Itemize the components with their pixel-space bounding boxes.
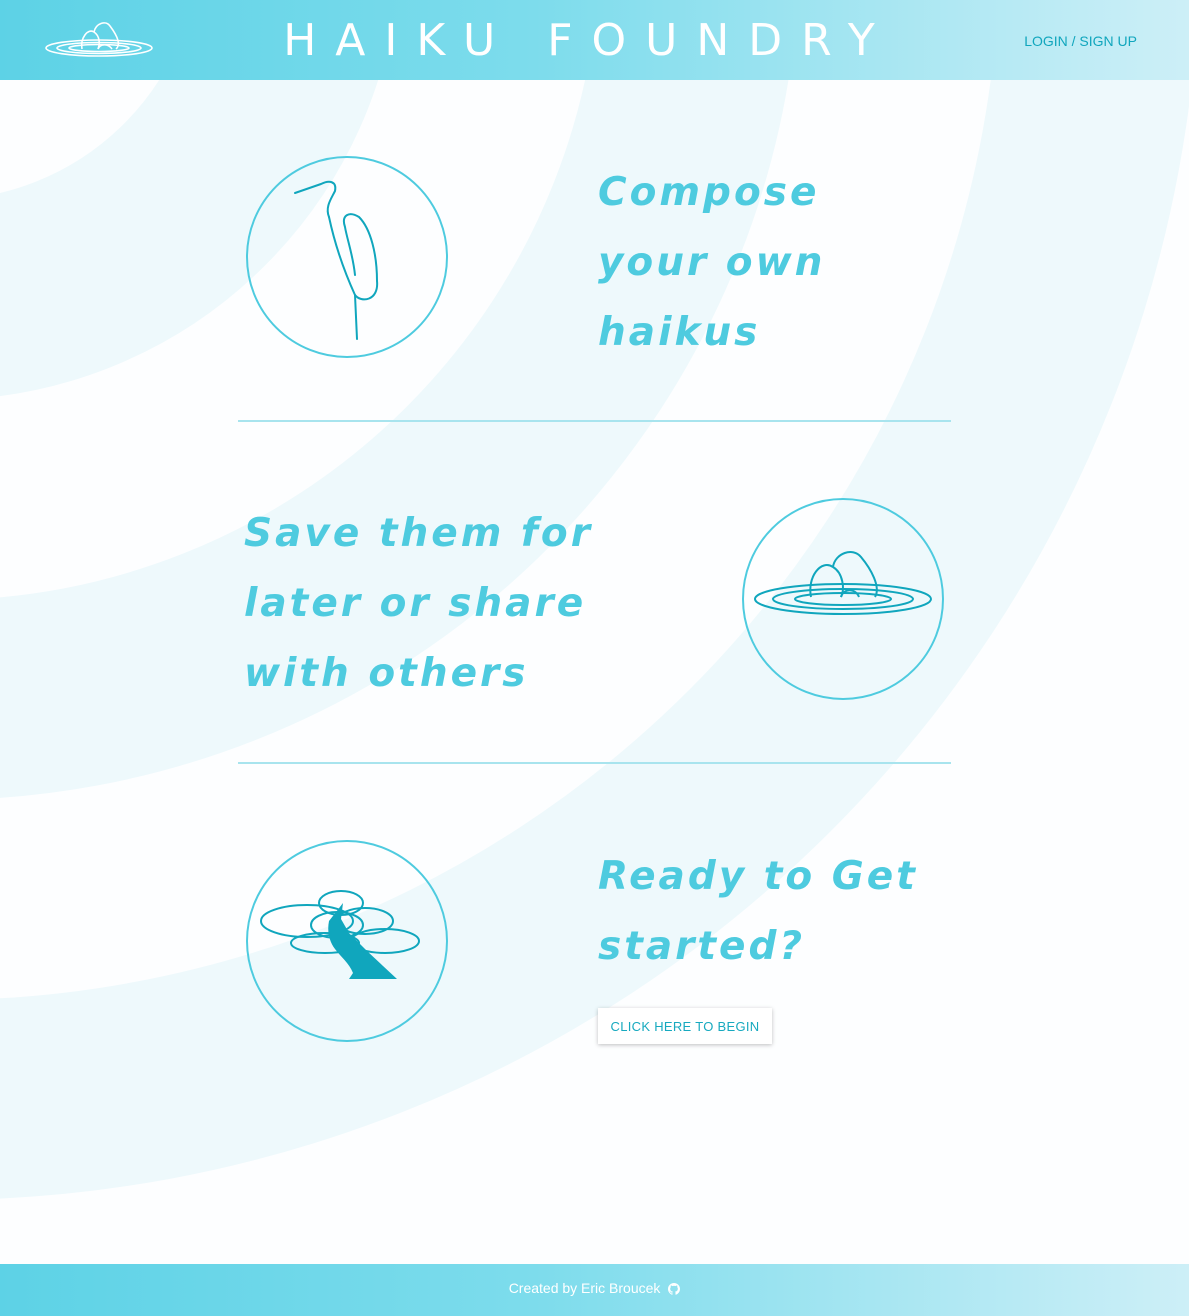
section-divider xyxy=(238,762,951,764)
footer-credit: Created by Eric Broucek xyxy=(0,1280,1189,1296)
page: HAIKU FOUNDRY LOGIN / SIGN UP Compose yo… xyxy=(0,0,1189,1316)
bonsai-tree-icon xyxy=(246,840,448,1042)
begin-button[interactable]: CLICK HERE TO BEGIN xyxy=(598,1008,772,1044)
login-signup-link[interactable]: LOGIN / SIGN UP xyxy=(1024,33,1137,49)
site-footer: Created by Eric Broucek xyxy=(0,1264,1189,1316)
stones-in-water-icon xyxy=(742,498,944,700)
site-title: HAIKU FOUNDRY xyxy=(283,15,894,66)
author-link[interactable]: Created by Eric Broucek xyxy=(509,1280,661,1296)
heron-icon xyxy=(246,156,448,358)
feature-compose-text: Compose your own haikus xyxy=(598,170,826,355)
feature-get-started-text: Ready to Get started? xyxy=(598,854,918,969)
site-header: HAIKU FOUNDRY LOGIN / SIGN UP xyxy=(0,0,1189,80)
feature-save-text: Save them for later or share with others xyxy=(244,511,593,696)
section-divider xyxy=(238,420,951,422)
github-icon[interactable] xyxy=(668,1283,681,1295)
